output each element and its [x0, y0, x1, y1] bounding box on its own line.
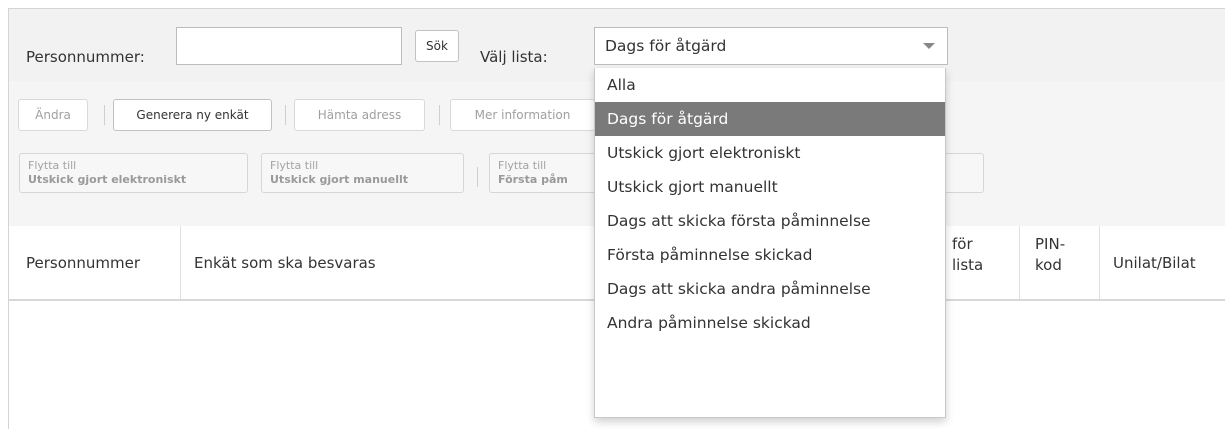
- personnummer-input[interactable]: [176, 27, 402, 65]
- chevron-down-icon: [923, 43, 935, 49]
- column-header-survey[interactable]: Enkät som ska besvaras: [194, 254, 376, 272]
- move-manual-button[interactable]: Flytta till Utskick gjort manuellt: [261, 153, 464, 193]
- dropdown-option[interactable]: Dags att skicka andra påminnelse: [595, 272, 945, 306]
- search-button[interactable]: Sök: [415, 30, 459, 62]
- column-divider: [1099, 226, 1100, 299]
- generate-survey-button[interactable]: Generera ny enkät: [113, 99, 272, 131]
- toolbar-separator: [439, 105, 440, 125]
- column-divider: [1019, 226, 1020, 299]
- toolbar-separator: [477, 167, 478, 187]
- list-select[interactable]: Dags för åtgärd: [594, 27, 948, 65]
- column-header-list[interactable]: för lista: [952, 234, 983, 276]
- column-divider: [180, 226, 181, 299]
- dropdown-option[interactable]: Andra påminnelse skickad: [595, 306, 945, 340]
- move-electronic-button[interactable]: Flytta till Utskick gjort elektroniskt: [19, 153, 248, 193]
- column-header-pin[interactable]: PIN- kod: [1035, 234, 1065, 276]
- toolbar-separator: [104, 105, 105, 125]
- move-prefix: Flytta till: [498, 159, 547, 172]
- more-info-button[interactable]: Mer information: [450, 99, 595, 131]
- move-prefix: Flytta till: [28, 159, 77, 172]
- dropdown-option[interactable]: Utskick gjort elektroniskt: [595, 136, 945, 170]
- dropdown-option[interactable]: Första påminnelse skickad: [595, 238, 945, 272]
- dropdown-option[interactable]: Alla: [595, 68, 945, 102]
- move-target: Utskick gjort manuellt: [270, 173, 409, 186]
- fetch-address-button[interactable]: Hämta adress: [294, 99, 425, 131]
- list-dropdown-menu: Alla Dags för åtgärd Utskick gjort elekt…: [594, 68, 946, 418]
- move-target: Utskick gjort elektroniskt: [28, 173, 187, 186]
- toolbar-separator: [285, 105, 286, 125]
- column-header-personnummer[interactable]: Personnummer: [26, 254, 140, 272]
- list-selected-value: Dags för åtgärd: [605, 37, 727, 55]
- column-header-unilat-bilat[interactable]: Unilat/Bilat: [1113, 254, 1196, 272]
- personnummer-label: Personnummer:: [26, 48, 145, 66]
- dropdown-option-selected[interactable]: Dags för åtgärd: [595, 102, 945, 136]
- dropdown-option[interactable]: Utskick gjort manuellt: [595, 170, 945, 204]
- move-prefix: Flytta till: [270, 159, 319, 172]
- move-first-reminder-button[interactable]: Flytta till Första påm: [489, 153, 604, 193]
- edit-button[interactable]: Ändra: [18, 99, 88, 131]
- list-label: Välj lista:: [480, 48, 548, 66]
- dropdown-option[interactable]: Dags att skicka första påminnelse: [595, 204, 945, 238]
- move-target: Första påm: [498, 173, 568, 186]
